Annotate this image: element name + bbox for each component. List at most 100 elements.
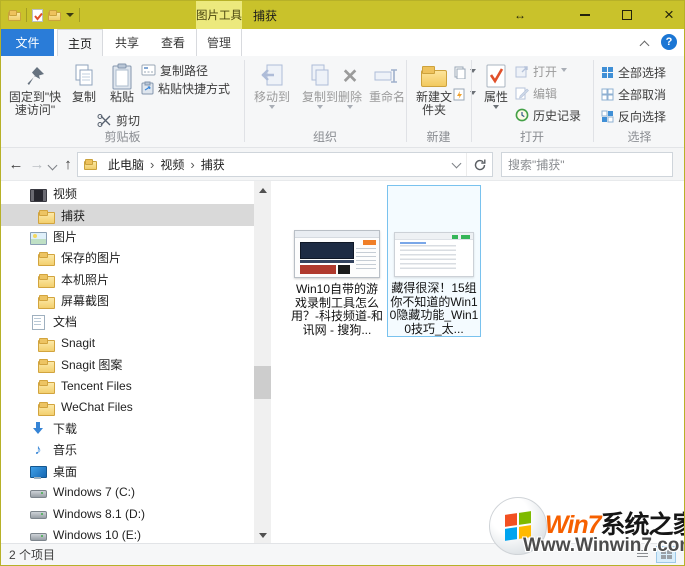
- rename-button[interactable]: 重命名: [367, 59, 407, 104]
- maximize-icon: [622, 10, 632, 20]
- nav-scrollbar[interactable]: [254, 181, 271, 545]
- delete-x-icon: ×: [343, 64, 358, 88]
- folder-icon: [38, 357, 54, 372]
- forward-button[interactable]: →: [28, 148, 46, 181]
- sidebar-item-capture[interactable]: 捕获: [1, 204, 254, 225]
- help-button[interactable]: ?: [661, 34, 677, 50]
- file-list: Win10自带的游戏录制工具怎么用？-科技频道-和讯网 - 搜狗... 藏得很深…: [271, 181, 684, 545]
- select-none-button[interactable]: 全部取消: [601, 85, 666, 103]
- tab-share[interactable]: 共享: [105, 29, 149, 56]
- sidebar-item-label: Tencent Files: [61, 379, 132, 393]
- copy-to-icon: [308, 61, 332, 91]
- breadcrumb-capture[interactable]: 捕获: [196, 156, 230, 173]
- rename-icon: [374, 61, 400, 91]
- sidebar-item-documents[interactable]: 文档: [1, 311, 254, 332]
- chevron-down-icon: [347, 105, 353, 112]
- easy-access-button[interactable]: [453, 85, 476, 103]
- search-box: [501, 152, 673, 177]
- open-icon: [515, 65, 529, 78]
- sidebar-item-screenshots[interactable]: 屏幕截图: [1, 290, 254, 311]
- scroll-up-button[interactable]: [254, 181, 271, 198]
- delete-button[interactable]: × 删除: [333, 59, 367, 112]
- file-item-selected[interactable]: 藏得很深！15组你不知道的Win10隐藏功能_Win10技巧_太...: [387, 185, 481, 337]
- pin-to-quick-access-button[interactable]: 固定到"快速访问": [5, 59, 65, 117]
- new-item-button[interactable]: [453, 63, 476, 81]
- sidebar-item-pictures[interactable]: 图片: [1, 226, 254, 247]
- maximize-button[interactable]: [612, 1, 642, 29]
- folder-icon[interactable]: [8, 10, 21, 21]
- sidebar-item-saved-pictures[interactable]: 保存的图片: [1, 247, 254, 268]
- move-to-button[interactable]: 移动到: [249, 59, 295, 112]
- rename-label: 重命名: [369, 91, 405, 104]
- paste-shortcut-button[interactable]: 粘贴快捷方式: [141, 79, 230, 97]
- sidebar-item-desktop[interactable]: 桌面: [1, 460, 254, 481]
- organize-group-label: 组织: [244, 128, 406, 145]
- select-none-label: 全部取消: [618, 86, 666, 103]
- file-name: 藏得很深！15组你不知道的Win10隐藏功能_Win10技巧_太...: [388, 282, 480, 336]
- file-item[interactable]: Win10自带的游戏录制工具怎么用？-科技频道-和讯网 - 搜狗...: [289, 187, 385, 337]
- scrollbar-thumb[interactable]: [254, 366, 271, 399]
- sidebar-item-downloads[interactable]: 下载: [1, 418, 254, 439]
- invert-selection-button[interactable]: 反向选择: [601, 107, 666, 125]
- sidebar-item-camera-roll[interactable]: 本机照片: [1, 268, 254, 289]
- sidebar-item-tencent-files[interactable]: Tencent Files: [1, 375, 254, 396]
- cut-button[interactable]: 剪切: [97, 111, 140, 129]
- breadcrumb-videos[interactable]: 视频: [155, 156, 189, 173]
- move-to-label: 移动到: [254, 91, 290, 104]
- thumbnails-view-button[interactable]: [656, 546, 676, 563]
- minimize-icon: [580, 14, 590, 16]
- paste-button[interactable]: 粘贴: [103, 59, 141, 104]
- select-all-icon: [601, 66, 614, 79]
- sidebar-item-drive-d[interactable]: Windows 8.1 (D:): [1, 503, 254, 524]
- properties-icon[interactable]: [32, 9, 43, 22]
- up-button[interactable]: ↑: [59, 148, 77, 181]
- edit-button[interactable]: 编辑: [515, 84, 557, 102]
- sidebar-item-videos[interactable]: 视频: [1, 183, 254, 204]
- collapse-ribbon-button[interactable]: [636, 35, 652, 51]
- chevron-down-icon: [451, 158, 461, 168]
- sidebar-item-snagit[interactable]: Snagit: [1, 332, 254, 353]
- folder-icon: [38, 400, 54, 415]
- copy-icon: [72, 61, 96, 91]
- breadcrumb-this-pc[interactable]: 此电脑: [103, 156, 149, 173]
- sidebar-item-label: Snagit 图案: [61, 356, 122, 373]
- address-dropdown-button[interactable]: [446, 153, 466, 176]
- picture-tools-header: 图片工具: [196, 1, 242, 29]
- ribbon: 固定到"快速访问" 复制 粘贴 剪切 复制路径: [1, 56, 684, 148]
- refresh-button[interactable]: [466, 153, 492, 176]
- sidebar-item-wechat-files[interactable]: WeChat Files: [1, 396, 254, 417]
- tab-manage[interactable]: 管理: [196, 29, 242, 56]
- customize-qat-icon[interactable]: [66, 13, 74, 21]
- select-all-button[interactable]: 全部选择: [601, 63, 666, 81]
- tab-home[interactable]: 主页: [57, 29, 103, 56]
- pictures-icon: [30, 229, 46, 244]
- tab-view[interactable]: 查看: [151, 29, 195, 56]
- close-button[interactable]: ×: [654, 1, 684, 29]
- folder-icon: [38, 336, 54, 351]
- view-buttons: [632, 546, 676, 563]
- sidebar-item-drive-c[interactable]: Windows 7 (C:): [1, 482, 254, 503]
- window-title: 捕获: [253, 1, 277, 29]
- copy-path-button[interactable]: 复制路径: [141, 61, 208, 79]
- clipboard-group-label: 剪贴板: [1, 128, 244, 145]
- new-folder-icon: [421, 66, 447, 87]
- sidebar-item-drive-e[interactable]: Windows 10 (E:): [1, 525, 254, 546]
- details-view-button[interactable]: [632, 546, 652, 563]
- sidebar-item-music[interactable]: ♪音乐: [1, 439, 254, 460]
- open-button[interactable]: 打开: [515, 62, 567, 80]
- new-folder-icon[interactable]: [48, 10, 61, 21]
- history-button[interactable]: 历史记录: [515, 106, 581, 124]
- sidebar-item-label: 文档: [53, 313, 77, 330]
- history-label: 历史记录: [533, 107, 581, 124]
- properties-button[interactable]: 属性: [479, 59, 513, 112]
- tab-file[interactable]: 文件: [1, 29, 54, 56]
- minimize-button[interactable]: [570, 1, 600, 29]
- folder-icon: [38, 378, 54, 393]
- address-bar[interactable]: 此电脑 › 视频 › 捕获: [77, 152, 493, 177]
- back-button[interactable]: ←: [7, 148, 25, 181]
- search-input[interactable]: [502, 158, 669, 172]
- new-folder-button[interactable]: 新建文件夹: [411, 59, 457, 117]
- copy-button[interactable]: 复制: [65, 59, 103, 104]
- sidebar-item-snagit-patterns[interactable]: Snagit 图案: [1, 354, 254, 375]
- recent-locations-icon[interactable]: [48, 161, 58, 171]
